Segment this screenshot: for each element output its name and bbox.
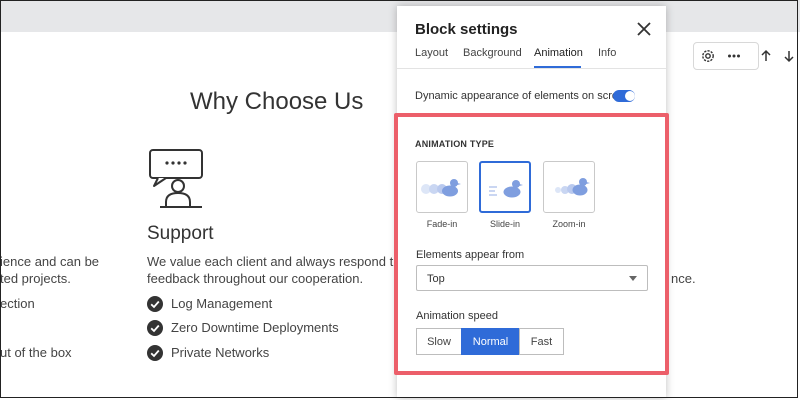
close-icon[interactable] [635, 20, 653, 38]
animation-name: Zoom-in [552, 219, 586, 229]
animation-name: Slide-in [489, 219, 520, 229]
support-heading: Support [147, 223, 214, 244]
animation-type-label: ANIMATION TYPE [415, 139, 495, 149]
partial-feature-line: ut of the box [0, 345, 72, 360]
speed-option-normal[interactable]: Normal [461, 328, 520, 355]
tab-animation[interactable]: Animation [534, 47, 583, 59]
block-toolbar [693, 42, 759, 70]
appear-from-select[interactable]: Top [416, 265, 648, 291]
animation-option-slide-in[interactable] [479, 161, 531, 213]
check-icon [147, 296, 163, 312]
gear-icon[interactable] [695, 43, 721, 69]
appear-from-value: Top [427, 273, 445, 285]
tab-layout[interactable]: Layout [415, 47, 448, 59]
animation-speed-label: Animation speed [416, 310, 498, 322]
support-description: feedback throughout our cooperation. [147, 271, 364, 286]
partial-text-line: nce. [671, 271, 696, 286]
tabs-divider [397, 68, 666, 69]
arrow-down-icon[interactable] [778, 42, 800, 70]
page-title: Why Choose Us [190, 88, 364, 115]
appear-from-label: Elements appear from [416, 249, 525, 261]
support-description: We value each client and always respond … [147, 254, 394, 269]
partial-text-line: ience and can be [0, 254, 100, 269]
feature-item: Log Management [171, 296, 273, 311]
slide-in-preview-icon [489, 180, 523, 198]
check-icon [147, 345, 163, 361]
animation-option-fade-in[interactable] [416, 161, 468, 213]
partial-text-line: ted projects. [0, 271, 71, 286]
arrow-up-icon[interactable] [755, 42, 777, 70]
feature-item: Private Networks [171, 345, 270, 360]
dynamic-appearance-toggle[interactable] [613, 90, 635, 102]
animation-option-zoom-in[interactable] [543, 161, 595, 213]
toggle-knob [625, 91, 635, 101]
partial-feature-line: ection [0, 296, 35, 311]
panel-title: Block settings [415, 21, 518, 38]
tab-background[interactable]: Background [463, 47, 522, 59]
zoom-in-preview-icon [555, 178, 590, 196]
more-icon[interactable] [721, 43, 747, 69]
fade-in-preview-icon [421, 179, 461, 197]
chevron-down-icon [629, 276, 637, 281]
speed-option-slow[interactable]: Slow [416, 328, 462, 355]
check-icon [147, 320, 163, 336]
dynamic-appearance-label: Dynamic appearance of elements on scroll [415, 90, 623, 102]
feature-item: Zero Downtime Deployments [171, 320, 339, 335]
speed-option-fast[interactable]: Fast [519, 328, 564, 355]
tab-info[interactable]: Info [598, 47, 616, 59]
support-chat-icon [148, 148, 206, 215]
animation-name: Fade-in [426, 219, 458, 229]
